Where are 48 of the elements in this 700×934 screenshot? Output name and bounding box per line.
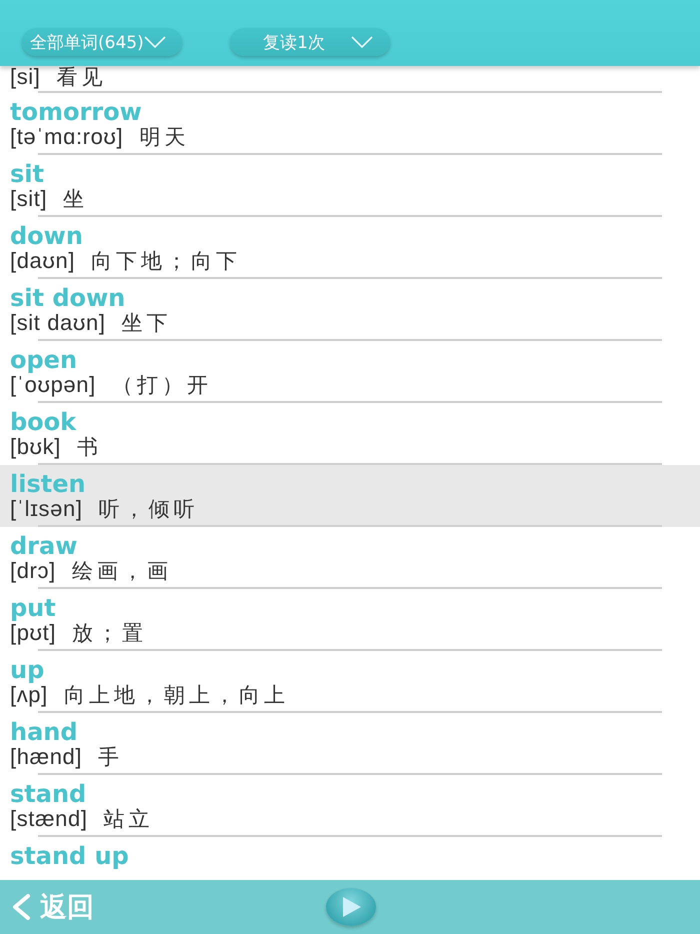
phonetic-text: [sit] [10,187,48,211]
word-text: sit [9,161,44,187]
phonetic-text: [ˈlɪsən] [10,497,83,521]
word-text: put [9,595,56,621]
back-button[interactable]: 返回 [11,889,94,925]
meaning-text: （打）开 [112,373,212,397]
play-icon [340,896,362,918]
phonetic-text: [təˈmɑ:roʊ] [10,125,124,149]
phonetic-text: [ʌp] [10,683,48,707]
word-row-highlight[interactable]: listen [ˈlɪsən] 听，倾听 [0,465,700,527]
phonetic-text: [sit daʊn] [10,311,106,335]
word-text: up [9,657,44,683]
phonetic-text: [hænd] [10,745,82,769]
word-text: down [9,223,83,249]
phonetic-text: [bʊk] [10,435,61,459]
chevron-down-icon [350,36,373,48]
meaning-text: 书 [76,435,102,459]
word-text: sit down [9,285,126,311]
filter-dropdown[interactable]: 全部单词(645) [22,28,182,56]
meaning-text: 向下地；向下 [91,249,242,273]
meaning-text: 明天 [139,125,190,149]
word-text: book [9,409,76,435]
meaning-text: 绘画，画 [72,559,172,583]
meaning-text: 看见 [56,66,107,89]
meaning-text: 放；置 [72,621,148,645]
meaning-text: 听，倾听 [98,497,199,521]
word-text: stand up [9,843,129,869]
filter-dropdown[interactable]: 复读1次 [230,28,390,56]
meaning-text: 坐下 [122,311,172,335]
meaning-text: 站立 [104,807,154,831]
word-text: stand [9,781,86,807]
meaning-text: 向上地，朝上，向上 [64,683,289,707]
phonetic-text: [stænd] [10,807,88,831]
word-text: listen [9,471,86,497]
phonetic-text: [pʊt] [10,621,56,645]
meaning-text: 手 [98,745,124,769]
phonetic-text: [ˈoʊpən] [10,373,96,397]
chevron-left-icon [11,894,31,920]
meaning-text: 坐 [63,187,88,211]
play-button[interactable] [326,888,376,926]
phonetic-text: [si] [10,66,41,89]
word-text: open [9,347,78,373]
word-text: hand [9,719,78,745]
phonetic-text: [drɔ] [10,559,56,583]
chevron-down-icon [144,36,166,48]
word-text: tomorrow [9,99,142,125]
phonetic-text: [daʊn] [10,249,76,273]
word-text: draw [9,533,78,559]
